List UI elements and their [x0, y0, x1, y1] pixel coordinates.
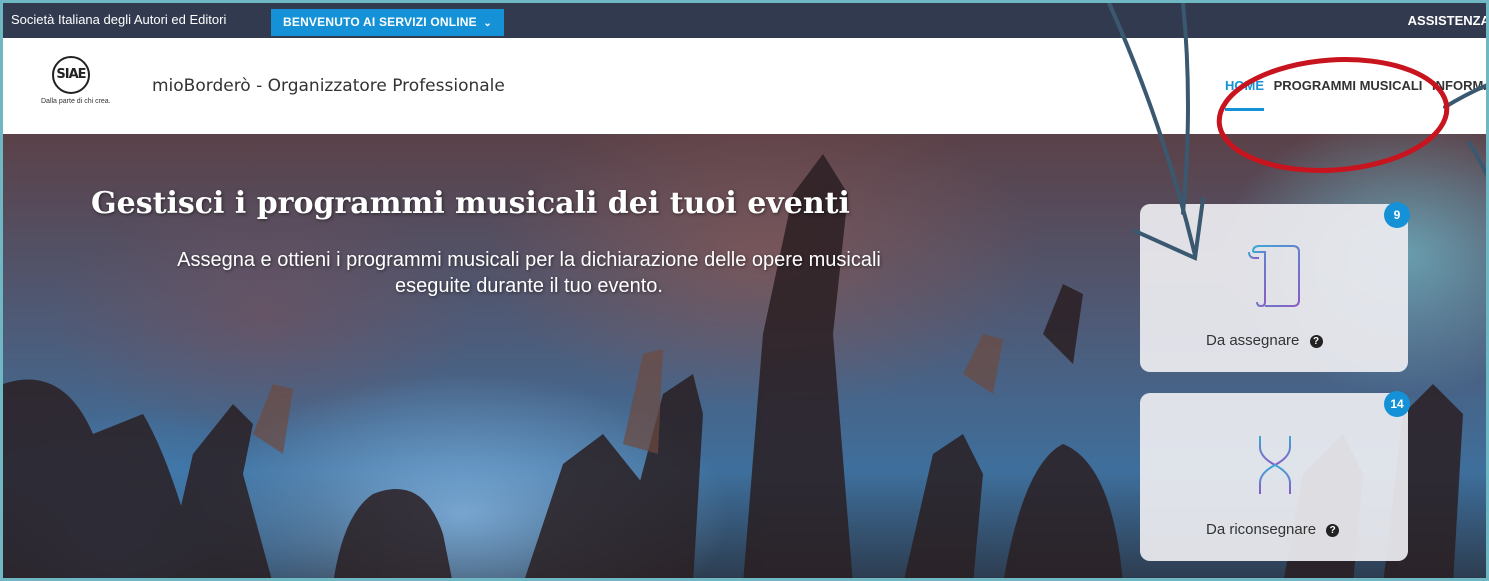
scroll-icon	[1248, 245, 1300, 308]
card-label-text: Da assegnare	[1206, 332, 1300, 349]
card-to-return[interactable]: 14 Da riconsegnare ?	[1140, 391, 1410, 561]
services-menu-button[interactable]: BENVENUTO AI SERVIZI ONLINE ⌄	[271, 9, 505, 36]
siae-logo[interactable]: SIAE Dalla parte di chi crea.	[41, 56, 121, 126]
card-to-assign[interactable]: 9 Da assegnare ?	[1140, 202, 1410, 372]
count-badge: 14	[1384, 391, 1410, 417]
services-menu-label: BENVENUTO AI SERVIZI ONLINE	[283, 15, 477, 29]
nav-item-info[interactable]: INFORMATIVE	[1432, 78, 1486, 93]
logo-tagline: Dalla parte di chi crea.	[41, 98, 111, 105]
hero-title: Gestisci i programmi musicali dei tuoi e…	[91, 186, 850, 221]
assistance-link[interactable]: ASSISTENZA	[1408, 13, 1486, 28]
hero-subtitle: Assegna e ottieni i programmi musicali p…	[99, 247, 959, 299]
chevron-down-icon: ⌄	[483, 18, 493, 29]
hero-banner: Gestisci i programmi musicali dei tuoi e…	[3, 134, 1486, 578]
card-label: Da assegnare ?	[1206, 332, 1323, 349]
site-header: SIAE Dalla parte di chi crea. mioBorderò…	[3, 38, 1486, 134]
count-badge: 9	[1384, 202, 1410, 228]
card-label: Da riconsegnare ?	[1206, 521, 1340, 538]
page-frame: Società Italiana degli Autori ed Editori…	[0, 0, 1489, 581]
app-title: mioBorderò - Organizzatore Professionale	[152, 76, 505, 96]
hero-subtitle-line-2: eseguite durante il tuo evento.	[395, 275, 663, 297]
hero-subtitle-line-1: Assegna e ottieni i programmi musicali p…	[177, 249, 881, 271]
organization-name: Società Italiana degli Autori ed Editori	[11, 12, 227, 27]
top-bar: Società Italiana degli Autori ed Editori…	[3, 3, 1486, 38]
help-icon[interactable]: ?	[1326, 524, 1340, 537]
card-label-text: Da riconsegnare	[1206, 521, 1317, 538]
main-nav: HOME PROGRAMMI MUSICALI INFORMATIVE	[1225, 78, 1486, 93]
siae-logo-mark: SIAE	[52, 56, 90, 94]
hourglass-icon	[1255, 435, 1295, 495]
nav-item-home[interactable]: HOME	[1225, 78, 1264, 93]
help-icon[interactable]: ?	[1309, 335, 1323, 348]
nav-item-music-programs[interactable]: PROGRAMMI MUSICALI	[1274, 78, 1423, 93]
